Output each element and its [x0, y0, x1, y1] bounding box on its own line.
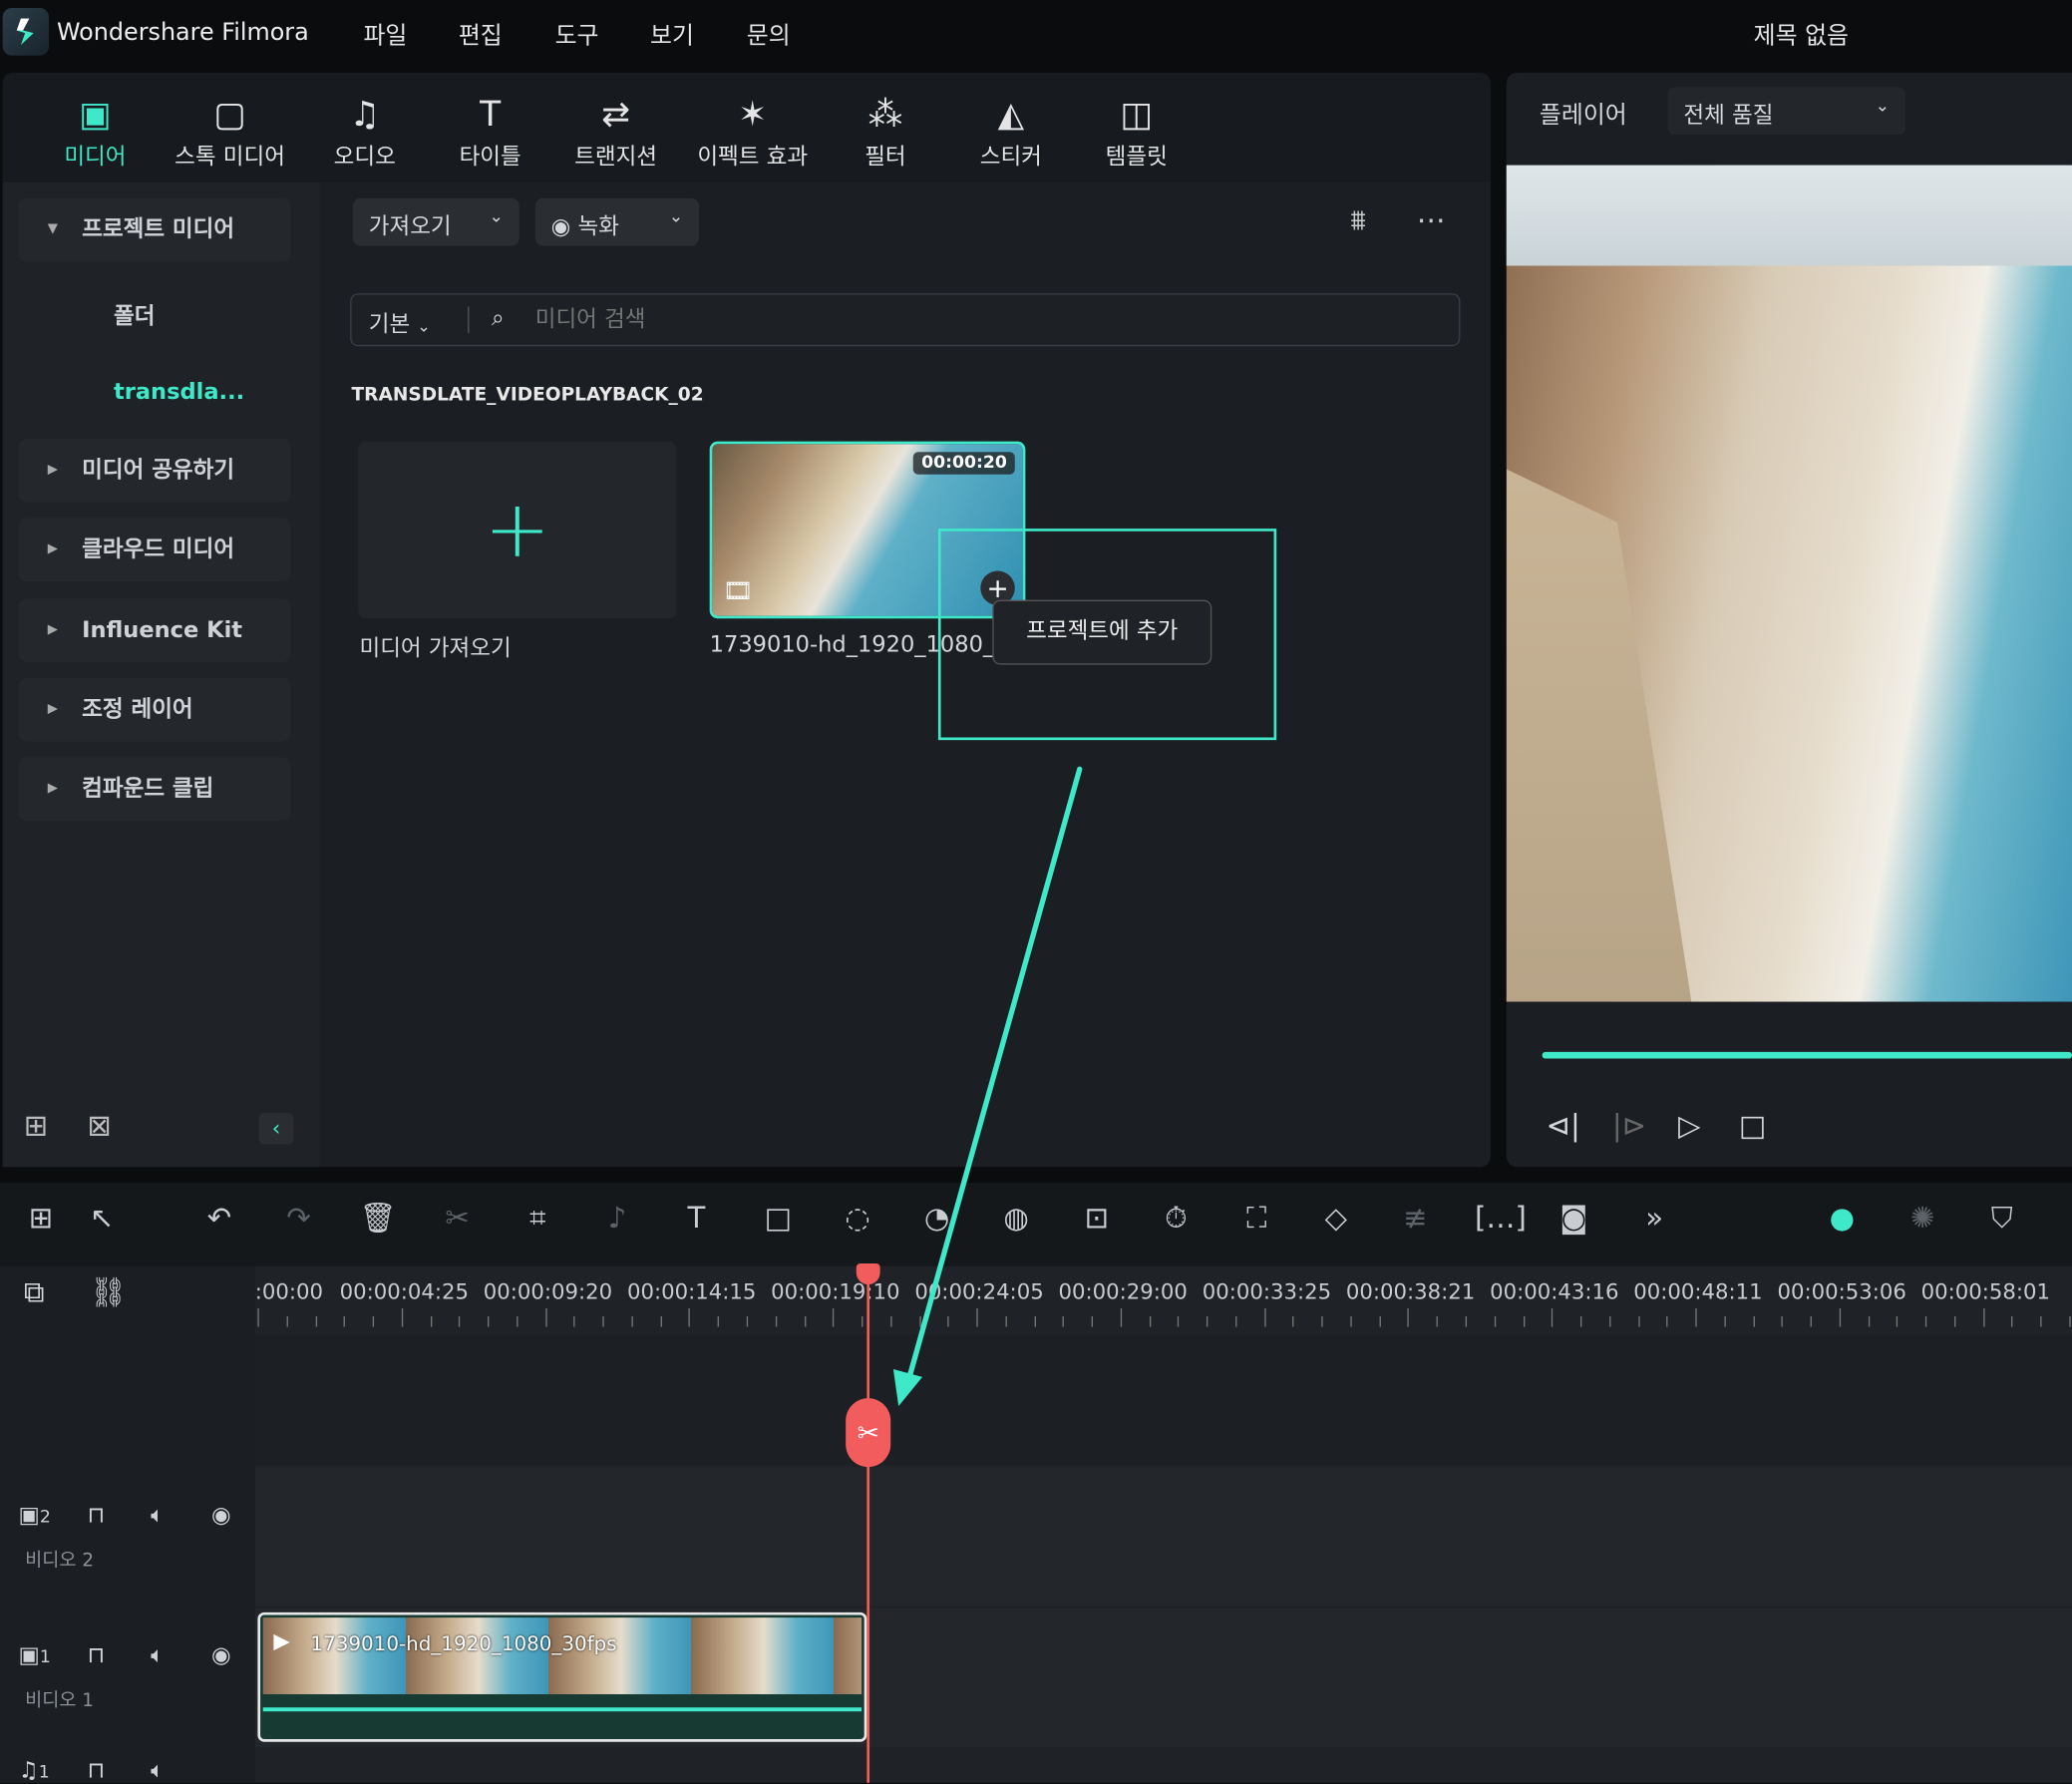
annotation-arrow — [892, 766, 1083, 1407]
